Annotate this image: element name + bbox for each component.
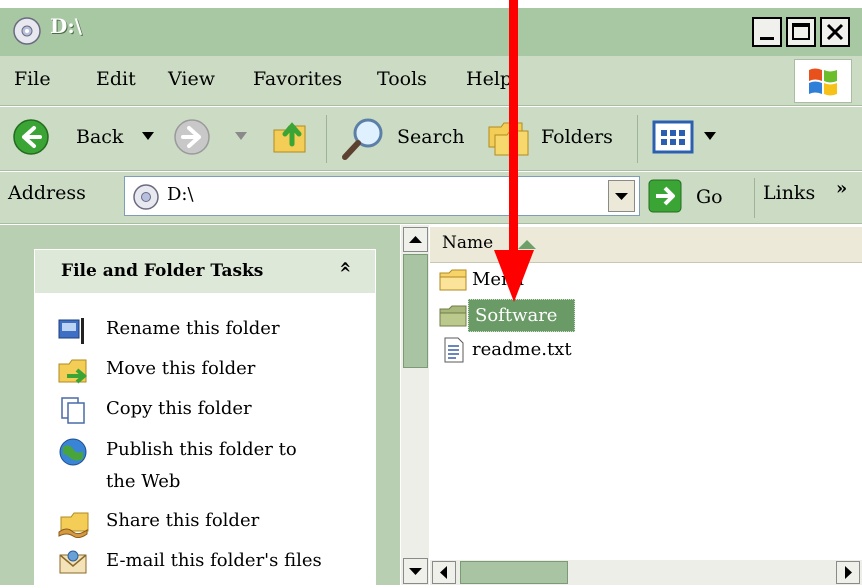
share-folder-icon [58,512,89,538]
forward-dropdown-icon[interactable] [233,130,249,142]
scroll-left-button[interactable] [432,561,456,584]
red-arrow-annotation [494,0,534,302]
links-chevron[interactable]: » [836,178,847,199]
cd-drive-icon [133,184,159,210]
copy-icon [61,397,85,424]
address-dropdown-button[interactable] [608,180,635,212]
close-button[interactable] [820,17,850,47]
address-label: Address [8,182,86,204]
scroll-up-button[interactable] [403,227,428,252]
folders-button-label[interactable]: Folders [541,126,613,148]
hscroll-thumb[interactable] [460,561,568,584]
name-column-label: Name [442,233,494,253]
back-arrow-icon[interactable] [12,118,50,156]
go-button[interactable]: Go [646,178,754,216]
views-icon[interactable] [652,120,724,154]
up-folder-icon[interactable] [270,114,312,158]
folder-icon [439,305,467,327]
maximize-icon [792,23,810,40]
email-icon [59,550,87,574]
menu-edit[interactable]: Edit [96,68,136,90]
address-value[interactable]: D:\ [167,184,194,205]
file-item-readme[interactable]: readme.txt [472,339,572,360]
folder-icon [439,269,467,291]
address-input[interactable] [124,176,640,216]
tasks-title: File and Folder Tasks [61,261,264,281]
windows-logo [794,59,852,103]
arrow-left-icon [440,566,447,579]
search-button-label[interactable]: Search [397,126,465,148]
windows-flag-icon [809,68,837,96]
menu-tools[interactable]: Tools [377,68,427,90]
back-dropdown-icon[interactable] [140,130,156,142]
scroll-right-button[interactable] [836,561,860,584]
close-icon [826,23,844,41]
links-label[interactable]: Links [763,182,815,204]
task-move-folder[interactable]: Move this folder [106,358,255,379]
task-email-files[interactable]: E-mail this folder's files [106,550,322,571]
globe-icon [59,438,87,466]
search-icon[interactable] [340,115,388,163]
go-button-label: Go [696,186,723,208]
scroll-down-button[interactable] [403,558,428,584]
toolbar-separator [326,115,327,163]
menu-view[interactable]: View [168,68,215,90]
arrow-right-icon [845,566,852,579]
chevron-down-icon [615,193,628,200]
task-copy-folder[interactable]: Copy this folder [106,398,252,419]
window-title: D:\ [50,14,83,38]
task-rename-folder[interactable]: Rename this folder [106,318,280,339]
maximize-button[interactable] [786,17,816,47]
title-bar[interactable] [0,8,862,56]
scroll-thumb[interactable] [403,254,428,368]
minimize-button[interactable] [752,17,782,47]
task-publish-folder[interactable]: Publish this folder to [106,439,297,460]
arrow-down-icon [409,568,422,575]
arrow-up-icon [409,236,422,243]
menu-file[interactable]: File [14,68,51,90]
forward-arrow-icon[interactable] [173,118,211,156]
menu-favorites[interactable]: Favorites [253,68,342,90]
back-button-label[interactable]: Back [76,126,123,148]
address-separator [754,178,755,218]
text-file-icon [444,337,464,363]
task-publish-folder-cont[interactable]: the Web [106,471,180,492]
rename-icon [58,318,84,344]
minimize-icon [760,37,774,40]
go-arrow-icon [648,179,682,213]
toolbar-separator [637,115,638,163]
task-share-folder[interactable]: Share this folder [106,510,259,531]
move-folder-icon [58,359,88,384]
cd-drive-icon [13,17,41,45]
collapse-chevron-icon[interactable]: « [334,261,358,274]
